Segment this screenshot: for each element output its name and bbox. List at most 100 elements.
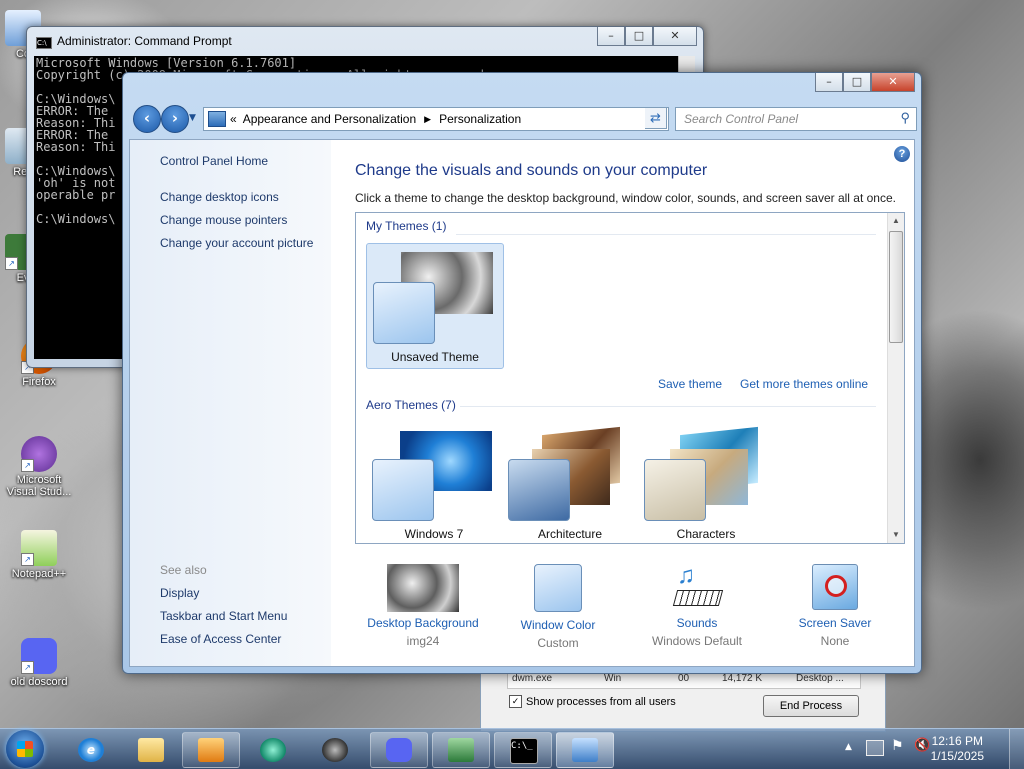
themes-list[interactable]: My Themes (1) Unsaved Theme Save theme G… (355, 212, 905, 544)
network-icon[interactable] (866, 740, 884, 756)
start-button[interactable] (6, 730, 44, 768)
window-color-value: Custom (537, 636, 579, 650)
breadcrumb-overflow[interactable]: « (230, 112, 237, 126)
desktop-background-button[interactable]: Desktop Background img24 (361, 558, 485, 648)
process-description: Desktop ... (796, 673, 844, 684)
desktop-icon-label: old doscord (10, 676, 68, 688)
taskbar-discord[interactable] (370, 732, 428, 768)
breadcrumb-separator-icon: ▶ (424, 113, 432, 124)
ease-of-access-link[interactable]: Ease of Access Center (160, 632, 281, 646)
cmd-titlebar[interactable]: C:\ Administrator: Command Prompt – □ ✕ (27, 27, 703, 55)
cmd-title: Administrator: Command Prompt (57, 34, 232, 48)
screen-saver-button[interactable]: Screen Saver None (785, 558, 885, 648)
desktop-icon-notepadpp[interactable]: ↗ Notepad++ (2, 530, 76, 580)
show-desktop-button[interactable] (1009, 729, 1024, 769)
theme-color-swatch (373, 282, 435, 344)
forward-button[interactable]: › (161, 105, 189, 133)
personalization-window[interactable]: – □ ✕ ‹ › ▼ « Appearance and Personaliza… (122, 72, 922, 674)
desktop-icon-label: Microsoft Visual Stud... (6, 474, 72, 498)
close-button[interactable]: ✕ (871, 73, 915, 92)
search-icon[interactable]: ⚲ (900, 110, 910, 126)
taskbar-media-player[interactable] (182, 732, 240, 768)
theme-color-swatch (372, 459, 434, 521)
taskbar-control-panel[interactable] (556, 732, 614, 768)
sounds-value: Windows Default (651, 634, 743, 648)
help-icon[interactable]: ? (894, 146, 910, 162)
theme-unsaved[interactable]: Unsaved Theme (366, 243, 504, 369)
show-hidden-icons[interactable]: ▲ (845, 742, 852, 752)
taskbar-disk-app[interactable] (306, 732, 364, 768)
search-input[interactable]: Search Control Panel ⚲ (675, 107, 917, 131)
show-all-users-label: Show processes from all users (526, 695, 676, 708)
taskbar-start-menu-link[interactable]: Taskbar and Start Menu (160, 609, 287, 623)
refresh-button[interactable]: ⇄ (645, 107, 667, 129)
scroll-up-icon[interactable]: ▲ (888, 213, 904, 229)
address-bar[interactable]: « Appearance and Personalization ▶ Perso… (203, 107, 669, 131)
navigation-bar: ‹ › ▼ « Appearance and Personalization ▶… (129, 103, 917, 133)
minimize-button[interactable]: – (597, 27, 625, 46)
theme-color-swatch (644, 459, 706, 521)
page-subtitle: Click a theme to change the desktop back… (355, 191, 896, 205)
taskbar: e C:\_ ▲ ⚑ 🔇 12:16 PM 1/15/2025 (0, 728, 1024, 769)
close-button[interactable]: ✕ (653, 27, 697, 46)
aero-themes-heading: Aero Themes (7) (366, 398, 456, 412)
theme-color-swatch (508, 459, 570, 521)
divider (460, 406, 876, 407)
theme-name: Architecture (537, 527, 603, 541)
cmd-icon: C:\ (36, 37, 52, 49)
get-more-themes-link[interactable]: Get more themes online (740, 377, 868, 391)
change-mouse-pointers-link[interactable]: Change mouse pointers (160, 213, 287, 227)
left-pane: Control Panel Home Change desktop icons … (130, 140, 331, 666)
screen-saver-value: None (820, 634, 850, 648)
change-desktop-icons-link[interactable]: Change desktop icons (160, 190, 279, 204)
screen-saver-icon (812, 564, 858, 610)
system-clock[interactable]: 12:16 PM 1/15/2025 (931, 734, 984, 764)
desktop-icon-discord[interactable]: ↗ old doscord (2, 638, 76, 688)
recent-pages-dropdown[interactable]: ▼ (189, 113, 196, 123)
window-color-icon (534, 564, 582, 612)
breadcrumb-personalization[interactable]: Personalization (439, 112, 521, 126)
theme-windows7[interactable]: Windows 7 (366, 427, 502, 543)
discord-icon (386, 738, 412, 762)
theme-characters[interactable]: Characters (638, 426, 774, 543)
scroll-thumb[interactable] (889, 231, 903, 343)
desktop-background-label: Desktop Background (367, 616, 479, 630)
theme-architecture[interactable]: Architecture (502, 426, 638, 543)
sounds-label: Sounds (676, 616, 718, 630)
window-color-button[interactable]: Window Color Custom (503, 558, 613, 650)
save-theme-link[interactable]: Save theme (658, 377, 722, 391)
command-prompt-icon: C:\_ (510, 738, 538, 764)
maximize-button[interactable]: □ (625, 27, 653, 46)
breadcrumb-appearance[interactable]: Appearance and Personalization (243, 112, 416, 126)
back-button[interactable]: ‹ (133, 105, 161, 133)
change-account-picture-link[interactable]: Change your account picture (160, 236, 313, 250)
control-panel-home-link[interactable]: Control Panel Home (160, 154, 268, 168)
window-client: Control Panel Home Change desktop icons … (129, 139, 915, 667)
visual-studio-icon: ↗ (21, 436, 57, 472)
show-all-users-checkbox[interactable]: ✓ (509, 695, 522, 708)
display-link[interactable]: Display (160, 586, 199, 600)
volume-muted-icon[interactable]: 🔇 (914, 738, 930, 753)
end-process-button[interactable]: End Process (763, 695, 859, 717)
taskbar-command-prompt[interactable]: C:\_ (494, 732, 552, 768)
taskbar-internet-explorer[interactable]: e (62, 732, 120, 768)
windows-logo-icon (17, 741, 33, 757)
desktop-background-icon (387, 564, 459, 612)
themes-scrollbar[interactable]: ▲ ▼ (887, 213, 904, 543)
sounds-button[interactable]: ♫ Sounds Windows Default (637, 558, 757, 648)
sounds-icon: ♫ (671, 562, 724, 612)
minimize-button[interactable]: – (815, 73, 843, 92)
internet-explorer-icon: e (78, 738, 104, 762)
customization-bar: Desktop Background img24 Window Color Cu… (331, 558, 914, 658)
clock-time: 12:16 PM (931, 734, 983, 748)
desktop-background-value: img24 (406, 634, 440, 648)
taskbar-explorer[interactable] (122, 732, 180, 768)
divider (456, 234, 876, 235)
taskbar-task-manager[interactable] (432, 732, 490, 768)
desktop-icon-visual-studio[interactable]: ↗ Microsoft Visual Stud... (2, 436, 76, 498)
notepadpp-icon: ↗ (21, 530, 57, 566)
taskbar-app-green[interactable] (244, 732, 302, 768)
action-center-icon[interactable]: ⚑ (891, 738, 904, 754)
scroll-down-icon[interactable]: ▼ (888, 527, 904, 543)
maximize-button[interactable]: □ (843, 73, 871, 92)
